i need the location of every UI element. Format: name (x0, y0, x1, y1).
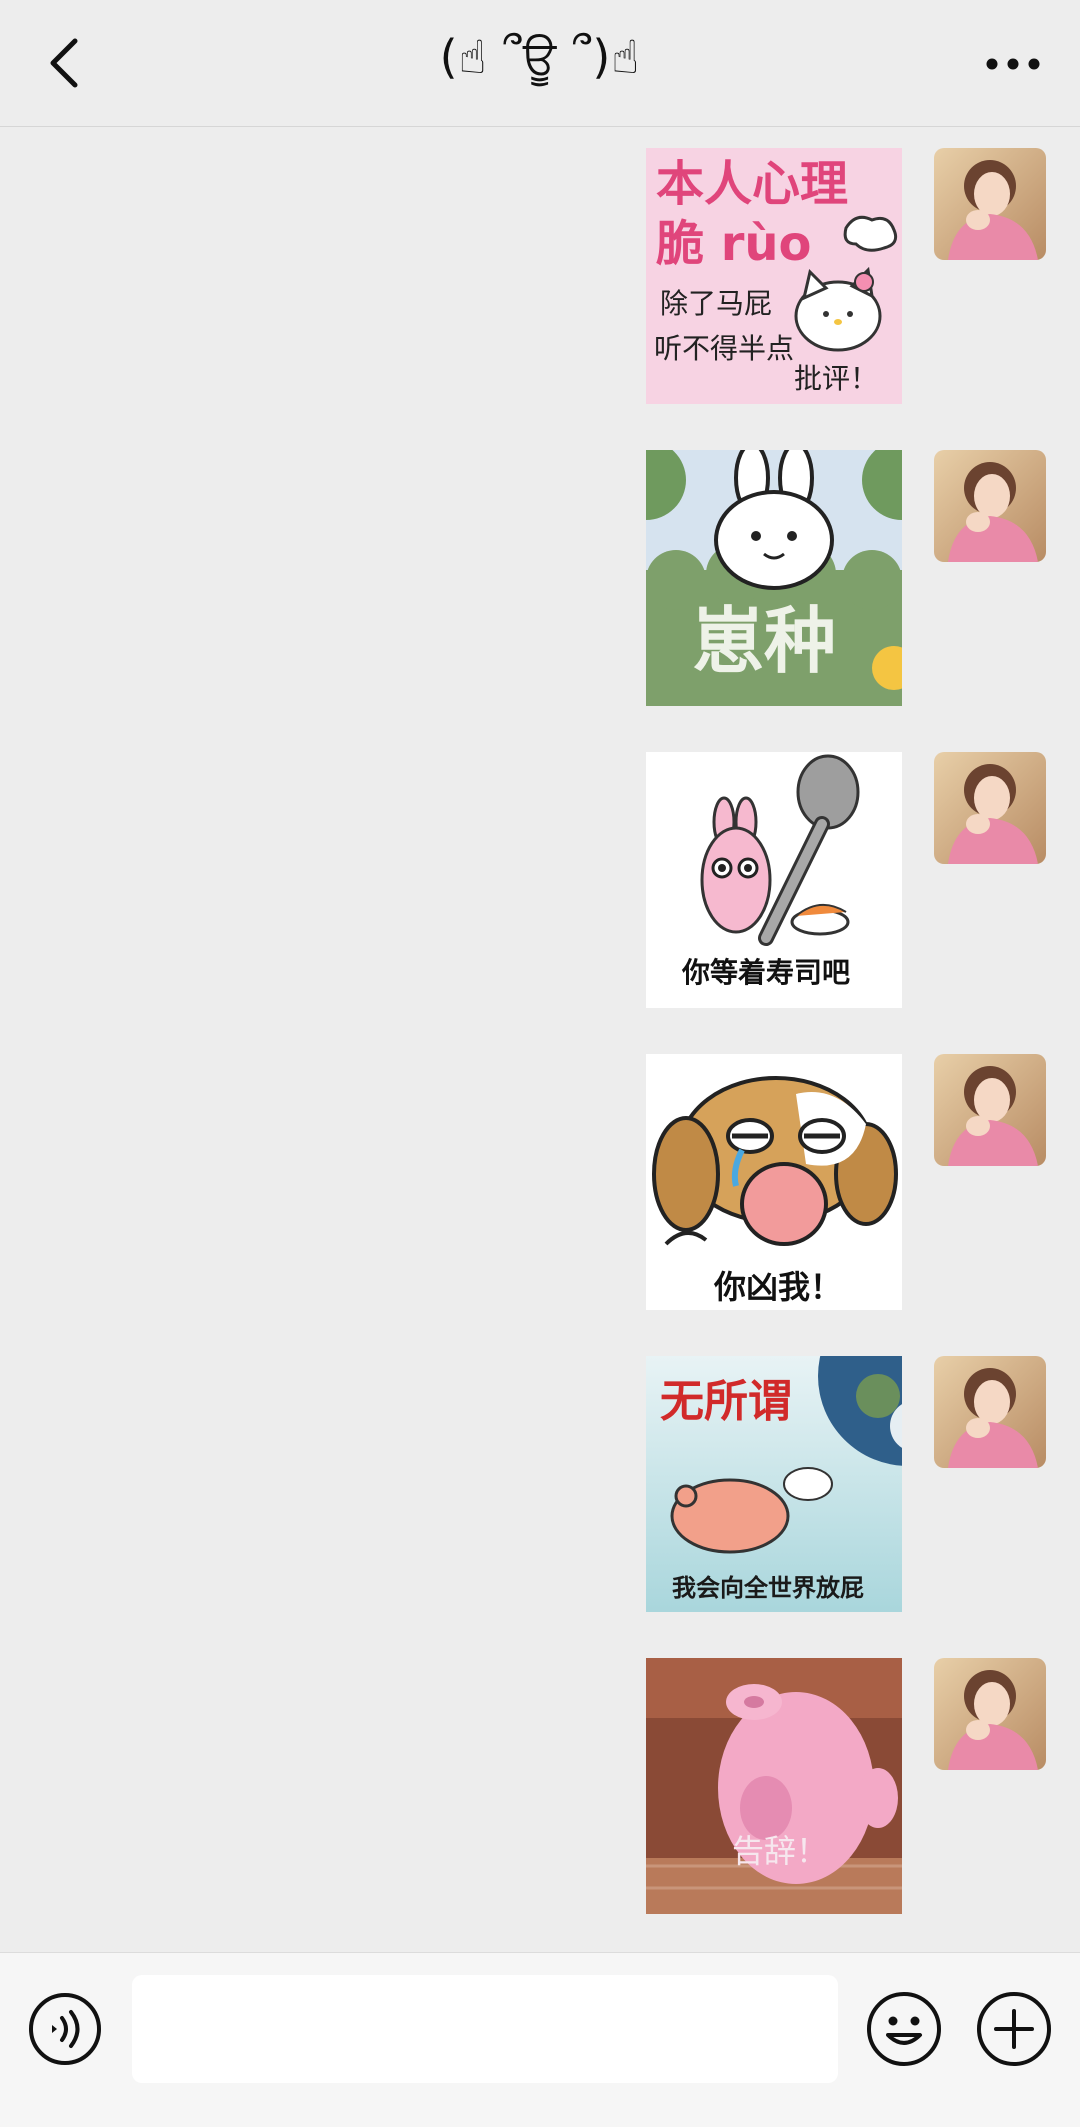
crying-dog-sticker[interactable]: 你凶我！ (646, 1054, 902, 1310)
input-bar (0, 1952, 1080, 2127)
more-button[interactable] (968, 36, 1058, 92)
message-row: 告辞！ (646, 1658, 1046, 1914)
avatar[interactable] (934, 1356, 1046, 1468)
sticker-text: 除了马屁 (660, 287, 772, 320)
sticker-text: 你凶我！ (713, 1268, 842, 1306)
pink-pig-leaving-sticker[interactable]: 告辞！ (646, 1658, 902, 1914)
message-row: 你等着寿司吧 (646, 752, 1046, 1008)
message-row: 无所谓 我会向全世界放屁 (646, 1356, 1046, 1612)
message-list[interactable]: 本人心理 脆 rùo 除了马屁 听不得半点 批评！ 崽种 你等着寿司吧 你凶我！… (0, 127, 1080, 1952)
bunny-bush-sticker[interactable]: 崽种 (646, 450, 902, 706)
more-dots-icon (986, 58, 1040, 70)
plus-button[interactable] (976, 1991, 1052, 2067)
sticker-text: 我会向全世界放屁 (672, 1574, 864, 1602)
sticker-text: 无所谓 (660, 1376, 792, 1427)
sticker-text: 你等着寿司吧 (681, 956, 850, 989)
voice-icon (29, 1993, 101, 2065)
message-input[interactable] (132, 1975, 838, 2083)
avatar[interactable] (934, 1658, 1046, 1770)
sticker-text: 告辞！ (732, 1832, 828, 1870)
avatar[interactable] (934, 752, 1046, 864)
voice-button[interactable] (28, 1992, 102, 2066)
rabbit-spoon-sushi-sticker[interactable]: 你等着寿司吧 (646, 752, 902, 1008)
message-row: 你凶我！ (646, 1054, 1046, 1310)
emoji-icon (867, 1992, 941, 2066)
sticker-text: 听不得半点 (654, 332, 794, 365)
sticker-text: 脆 rùo (656, 216, 812, 272)
pig-earth-sticker[interactable]: 无所谓 我会向全世界放屁 (646, 1356, 902, 1612)
chat-title: (☝ ՞ਊ ՞)☝ (439, 30, 641, 84)
hello-kitty-sticker[interactable]: 本人心理 脆 rùo 除了马屁 听不得半点 批评！ (646, 148, 902, 404)
avatar[interactable] (934, 1054, 1046, 1166)
sticker-text: 崽种 (692, 599, 836, 683)
avatar[interactable] (934, 148, 1046, 260)
sticker-text: 批评！ (794, 362, 878, 395)
plus-icon (977, 1992, 1051, 2066)
emoji-button[interactable] (866, 1991, 942, 2067)
chat-header: (☝ ՞ਊ ՞)☝ (0, 0, 1080, 127)
message-row: 崽种 (646, 450, 1046, 706)
sticker-text: 本人心理 (656, 156, 848, 212)
message-row: 本人心理 脆 rùo 除了马屁 听不得半点 批评！ (646, 148, 1046, 404)
avatar[interactable] (934, 450, 1046, 562)
